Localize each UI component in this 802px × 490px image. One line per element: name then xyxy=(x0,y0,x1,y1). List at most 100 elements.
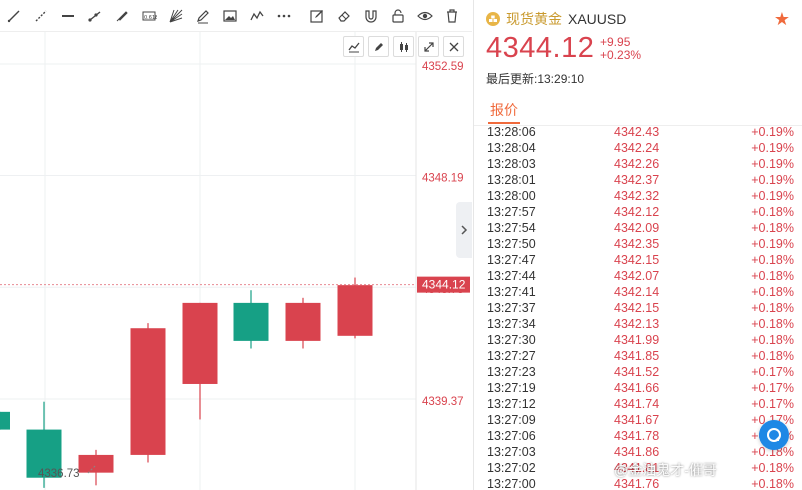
horizontal-line-icon[interactable] xyxy=(54,0,81,32)
fibonacci-icon[interactable]: 0.618 xyxy=(135,0,162,32)
tick-time: 13:27:06 xyxy=(487,429,536,443)
tick-change-pct: +0.18% xyxy=(751,253,794,267)
candle-body[interactable] xyxy=(78,454,114,473)
tick-price: 4342.37 xyxy=(614,173,660,187)
tick-time: 13:27:00 xyxy=(487,477,536,490)
tick-row: 13:27:34 4342.13 +0.18% xyxy=(474,316,802,332)
brush-icon[interactable] xyxy=(189,0,216,32)
tick-list[interactable]: 13:28:06 4342.43 +0.19% 13:28:04 4342.24 +0.1… xyxy=(474,124,802,490)
tick-row: 13:28:00 4342.32 +0.19% xyxy=(474,188,802,204)
tick-time: 13:27:27 xyxy=(487,349,536,363)
tick-row: 13:27:47 4342.15 +0.18% xyxy=(474,252,802,268)
candle-body[interactable] xyxy=(0,411,10,430)
candle-body[interactable] xyxy=(233,302,269,341)
eye-icon[interactable] xyxy=(411,0,438,32)
tab-quotes[interactable]: 报价 xyxy=(490,100,518,120)
tick-time: 13:28:04 xyxy=(487,141,536,155)
collapse-icon[interactable] xyxy=(418,36,439,57)
quote-panel: 现货黄金 XAUUSD ★ 4344.12 +9.95 +0.23% 最后更新:… xyxy=(473,0,802,490)
tick-change-pct: +0.18% xyxy=(751,333,794,347)
tick-price: 4341.85 xyxy=(614,349,660,363)
price-change: +9.95 +0.23% xyxy=(600,36,641,62)
tick-time: 13:27:03 xyxy=(487,445,536,459)
tick-price: 4342.14 xyxy=(614,285,660,299)
chart-controls xyxy=(343,36,464,57)
tick-row: 13:27:30 4341.99 +0.18% xyxy=(474,332,802,348)
ray-icon[interactable] xyxy=(81,0,108,32)
magnet-icon[interactable] xyxy=(357,0,384,32)
tick-time: 13:27:02 xyxy=(487,461,536,475)
tick-time: 13:27:47 xyxy=(487,253,536,267)
candle-type-button[interactable] xyxy=(393,36,414,57)
candle-body[interactable] xyxy=(182,302,218,384)
candle-body[interactable] xyxy=(285,302,321,341)
drawing-toolbar: 0.618 xyxy=(0,0,472,32)
candle-body[interactable] xyxy=(337,285,373,336)
tick-change-pct: +0.19% xyxy=(751,141,794,155)
tick-price: 4342.09 xyxy=(614,221,660,235)
close-icon[interactable] xyxy=(443,36,464,57)
chart-panel[interactable]: 4352.594348.194343.784339.374344.124336.… xyxy=(0,32,472,490)
candlestick-chart[interactable]: 4352.594348.194343.784339.374344.124336.… xyxy=(0,32,472,490)
tick-price: 4341.86 xyxy=(614,445,660,459)
tick-change-pct: +0.18% xyxy=(751,301,794,315)
tick-time: 13:27:57 xyxy=(487,205,536,219)
wave-icon[interactable] xyxy=(243,0,270,32)
tick-time: 13:27:12 xyxy=(487,397,536,411)
draw-button[interactable] xyxy=(368,36,389,57)
trend-line-icon[interactable] xyxy=(27,0,54,32)
tick-row: 13:27:54 4342.09 +0.18% xyxy=(474,220,802,236)
tick-price: 4342.43 xyxy=(614,125,660,139)
image-icon[interactable] xyxy=(216,0,243,32)
tick-price: 4341.78 xyxy=(614,429,660,443)
cursor-icon[interactable] xyxy=(0,0,27,32)
tick-time: 13:27:44 xyxy=(487,269,536,283)
tick-price: 4342.15 xyxy=(614,253,660,267)
tick-change-pct: +0.17% xyxy=(751,397,794,411)
indicator-button[interactable] xyxy=(343,36,364,57)
trash-icon[interactable] xyxy=(438,0,465,32)
tick-row: 13:27:094341.67+0.17% xyxy=(474,412,802,428)
tick-change-pct: +0.18% xyxy=(751,221,794,235)
tick-change-pct: +0.19% xyxy=(751,189,794,203)
tick-change-pct: +0.18% xyxy=(751,461,794,475)
tick-row: 13:27:23 4341.52 +0.17% xyxy=(474,364,802,380)
more-icon[interactable] xyxy=(270,0,297,32)
tick-row: 13:28:06 4342.43 +0.19% xyxy=(474,124,802,140)
tick-price: 4341.99 xyxy=(614,333,660,347)
gold-icon xyxy=(486,12,500,26)
tick-row: 13:27:57 4342.12 +0.18% xyxy=(474,204,802,220)
low-price-label: 4336.73 xyxy=(38,468,80,480)
pen-icon[interactable] xyxy=(108,0,135,32)
tick-row: 13:28:01 4342.37 +0.19% xyxy=(474,172,802,188)
tick-row: 13:27:19 4341.66 +0.17% xyxy=(474,380,802,396)
candle-body[interactable] xyxy=(130,328,166,455)
lock-icon[interactable] xyxy=(384,0,411,32)
tick-row: 13:27:37 4342.15 +0.18% xyxy=(474,300,802,316)
tick-price: 4342.07 xyxy=(614,269,660,283)
tick-change-pct: +0.18% xyxy=(751,317,794,331)
tick-row: 13:27:03 4341.86 +0.18% xyxy=(474,444,802,460)
eraser-icon[interactable] xyxy=(330,0,357,32)
tick-change-pct: +0.18% xyxy=(751,477,794,490)
chat-bubble-icon[interactable] xyxy=(759,420,789,450)
last-updated: 最后更新:13:29:10 xyxy=(486,72,585,86)
last-price: 4344.12 xyxy=(486,32,595,64)
edit-icon[interactable] xyxy=(303,0,330,32)
tick-time: 13:28:03 xyxy=(487,157,536,171)
current-price-tag-label: 4344.12 xyxy=(422,278,466,292)
tick-price: 4341.66 xyxy=(614,381,660,395)
favorite-star-icon[interactable]: ★ xyxy=(774,9,790,30)
price-axis-label: 4348.19 xyxy=(422,172,464,184)
tick-row: 13:27:50 4342.35 +0.19% xyxy=(474,236,802,252)
tick-price: 4342.12 xyxy=(614,205,660,219)
tick-price: 4342.13 xyxy=(614,317,660,331)
tick-time: 13:27:41 xyxy=(487,285,536,299)
tick-row: 13:27:41 4342.14 +0.18% xyxy=(474,284,802,300)
tick-row: 13:27:27 4341.85 +0.18% xyxy=(474,348,802,364)
tick-row: 13:27:064341.78+0.18% xyxy=(474,428,802,444)
tick-time: 13:27:34 xyxy=(487,317,536,331)
fan-icon[interactable] xyxy=(162,0,189,32)
tick-price: 4342.26 xyxy=(614,157,660,171)
chevron-right-icon[interactable] xyxy=(456,202,472,258)
